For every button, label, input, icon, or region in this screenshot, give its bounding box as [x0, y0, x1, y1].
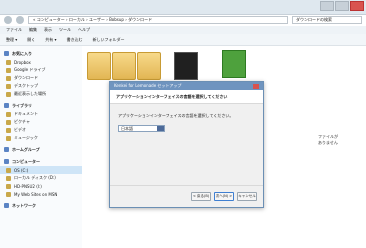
phone-image-icon[interactable] [174, 52, 198, 80]
menu-tools[interactable]: ツール [59, 27, 71, 33]
close-icon[interactable] [253, 83, 259, 89]
menu-help[interactable]: ヘルプ [78, 27, 90, 33]
share-button[interactable]: 共有 ▾ [45, 37, 56, 43]
menu-edit[interactable]: 編集 [29, 27, 37, 33]
language-select[interactable]: 日本語 [118, 125, 165, 132]
sidebar-item-videos[interactable]: ビデオ [0, 126, 82, 134]
window-controls [320, 1, 364, 11]
burn-button[interactable]: 書き込む [67, 37, 83, 43]
maximize-icon[interactable] [335, 1, 349, 11]
installer-image-icon[interactable] [222, 50, 246, 78]
star-icon [4, 51, 9, 56]
sidebar-item-local-disk[interactable]: ローカル ディスク (D:) [0, 174, 82, 182]
sidebar-item-google-drive[interactable]: Google ドライブ [0, 66, 82, 74]
setup-dialog: Kenkei for Lemonade セットアップ アプリケーションインターフ… [109, 81, 264, 208]
language-prompt: アプリケーションインターフェイスの言語を選択してください。 [118, 113, 234, 118]
drive-icon [6, 167, 11, 173]
dialog-titlebar: Kenkei for Lemonade セットアップ [110, 82, 263, 90]
dialog-title: Kenkei for Lemonade セットアップ [114, 83, 182, 88]
folder-icon[interactable] [112, 52, 136, 80]
favorites-heading[interactable]: お気に入り [0, 49, 82, 58]
computer-icon [4, 159, 9, 164]
folder-icon [6, 119, 11, 125]
empty-note: ファイルが ありません [318, 134, 338, 145]
dialog-body: アプリケーションインターフェイスの言語を選択してください。 日本語 [110, 104, 263, 138]
sidebar-item-dropbox[interactable]: Dropbox [0, 58, 82, 66]
search-placeholder: ダウンロードの検索 [296, 17, 332, 22]
organize-button[interactable]: 整理 ▾ [6, 37, 17, 43]
cancel-button[interactable]: キャンセル [237, 192, 257, 201]
folder-icon[interactable] [87, 52, 111, 80]
sidebar-item-documents[interactable]: ドキュメント [0, 110, 82, 118]
menu-view[interactable]: 表示 [44, 27, 52, 33]
forward-arrow-icon[interactable] [16, 16, 24, 24]
new-folder-button[interactable]: 新しいフォルダー [93, 37, 125, 43]
sidebar-item-os-drive[interactable]: OS (C:) [0, 166, 82, 174]
folder-icon [6, 83, 11, 89]
address-row: « コンピューター › ローカル › ユーザー › Bobsup › ダウンロー… [0, 14, 366, 26]
folder-icon [6, 67, 11, 73]
homegroup-heading[interactable]: ホームグループ [0, 145, 82, 154]
folder-icon[interactable] [137, 52, 161, 80]
drive-icon [6, 175, 11, 181]
close-icon[interactable] [350, 1, 364, 11]
explorer-window: « コンピューター › ローカル › ユーザー › Bobsup › ダウンロー… [0, 0, 366, 248]
folder-icon [6, 91, 11, 97]
title-bar [0, 0, 366, 15]
toolbar: 整理 ▾ 開く 共有 ▾ 書き込む 新しいフォルダー [0, 34, 366, 46]
library-icon [4, 103, 9, 108]
menu-bar: ファイル 編集 表示 ツール ヘルプ [0, 26, 366, 34]
back-arrow-icon[interactable] [4, 16, 12, 24]
sidebar-item-hd-pnsu2[interactable]: HD-PNSU2 (I:) [0, 182, 82, 190]
folder-icon [6, 59, 11, 65]
sidebar-item-music[interactable]: ミュージック [0, 134, 82, 142]
folder-icon [6, 111, 11, 117]
dialog-footer: < 戻る(B) 次へ(N) > キャンセル [110, 185, 263, 207]
web-folder-icon [6, 191, 11, 197]
sidebar-item-pictures[interactable]: ピクチャ [0, 118, 82, 126]
folder-icon [6, 75, 11, 81]
sidebar-item-downloads[interactable]: ダウンロード [0, 74, 82, 82]
open-button[interactable]: 開く [27, 37, 35, 43]
menu-file[interactable]: ファイル [6, 27, 22, 33]
drive-icon [6, 183, 11, 189]
computer-heading[interactable]: コンピューター [0, 157, 82, 166]
folder-icon [6, 135, 11, 141]
libraries-heading[interactable]: ライブラリ [0, 101, 82, 110]
address-bar[interactable]: « コンピューター › ローカル › ユーザー › Bobsup › ダウンロー… [28, 16, 288, 24]
navigation-pane: お気に入り Dropbox Google ドライブ ダウンロード デスクトップ … [0, 46, 83, 248]
search-input[interactable]: ダウンロードの検索 [292, 16, 362, 24]
sidebar-item-my-web-sites[interactable]: My Web Sites on MSN [0, 190, 82, 198]
dialog-header: アプリケーションインターフェイスの言語を選択してください [110, 90, 263, 104]
minimize-icon[interactable] [320, 1, 334, 11]
chevron-down-icon[interactable] [157, 126, 164, 131]
network-icon [4, 203, 9, 208]
next-button[interactable]: 次へ(N) > [214, 192, 234, 201]
sidebar-item-recent[interactable]: 最近表示した場所 [0, 90, 82, 98]
network-heading[interactable]: ネットワーク [0, 201, 82, 210]
folder-icon [6, 127, 11, 133]
sidebar-item-desktop[interactable]: デスクトップ [0, 82, 82, 90]
language-select-value: 日本語 [121, 125, 133, 131]
address-text: « コンピューター › ローカル › ユーザー › Bobsup › ダウンロー… [33, 17, 153, 22]
back-button[interactable]: < 戻る(B) [191, 192, 211, 201]
homegroup-icon [4, 147, 9, 152]
